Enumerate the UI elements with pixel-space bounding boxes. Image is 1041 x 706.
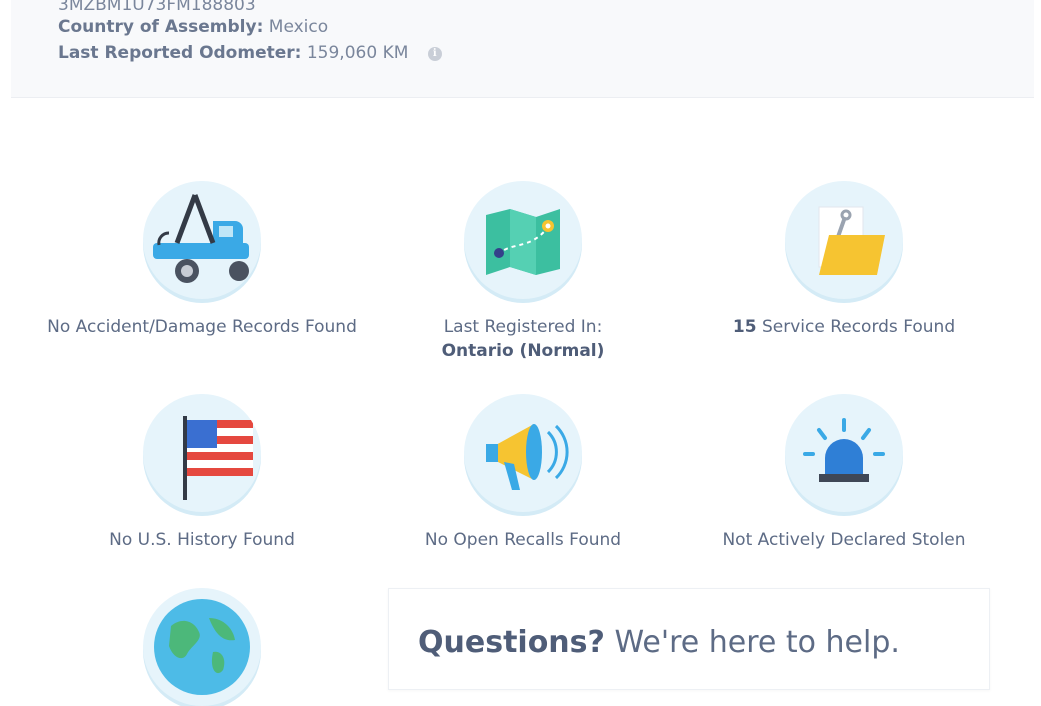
help-title: Questions? (418, 625, 605, 660)
vin-text: 3MZBM1U73FM188803 (58, 0, 256, 15)
help-box: Questions? We're here to help. (388, 588, 990, 690)
odometer-label: Last Reported Odometer: (58, 43, 302, 63)
folder-wrench-icon (785, 181, 903, 299)
service-card: 15 Service Records Found (684, 181, 1004, 339)
us-flag-icon (143, 394, 261, 512)
country-of-assembly: Country of Assembly: Mexico (58, 17, 328, 37)
accident-card: No Accident/Damage Records Found (42, 181, 362, 339)
globe-icon (143, 588, 261, 706)
accident-caption: No Accident/Damage Records Found (47, 317, 357, 337)
last-reported-odometer: Last Reported Odometer: 159,060 KM i (58, 43, 442, 63)
stolen-card: Not Actively Declared Stolen (684, 394, 1004, 552)
service-caption: 15 Service Records Found (684, 315, 1004, 339)
tow-truck-icon (143, 181, 261, 299)
registration-caption: Last Registered In: Ontario (Normal) (363, 315, 683, 363)
stolen-caption: Not Actively Declared Stolen (722, 530, 966, 550)
help-heading: Questions? We're here to help. (418, 625, 900, 660)
recalls-card: No Open Recalls Found (363, 394, 683, 552)
registration-label: Last Registered In: (443, 317, 603, 337)
service-text: Service Records Found (756, 317, 956, 337)
us-history-caption: No U.S. History Found (109, 530, 295, 550)
service-count: 15 (732, 317, 757, 337)
recalls-caption: No Open Recalls Found (424, 530, 622, 550)
assembly-value: Mexico (268, 17, 329, 37)
siren-icon (785, 394, 903, 512)
us-history-card: No U.S. History Found (42, 394, 362, 552)
assembly-label: Country of Assembly: (58, 17, 264, 37)
odometer-value: 159,060 KM (306, 43, 409, 63)
megaphone-icon (464, 394, 582, 512)
info-icon[interactable]: i (427, 47, 442, 61)
registration-card: Last Registered In: Ontario (Normal) (363, 181, 683, 363)
map-icon (464, 181, 582, 299)
registration-value: Ontario (Normal) (441, 341, 605, 361)
vehicle-info-panel: 3MZBM1U73FM188803 Country of Assembly: M… (11, 0, 1034, 98)
help-subtitle: We're here to help. (604, 625, 900, 660)
global-history-card (42, 588, 362, 706)
